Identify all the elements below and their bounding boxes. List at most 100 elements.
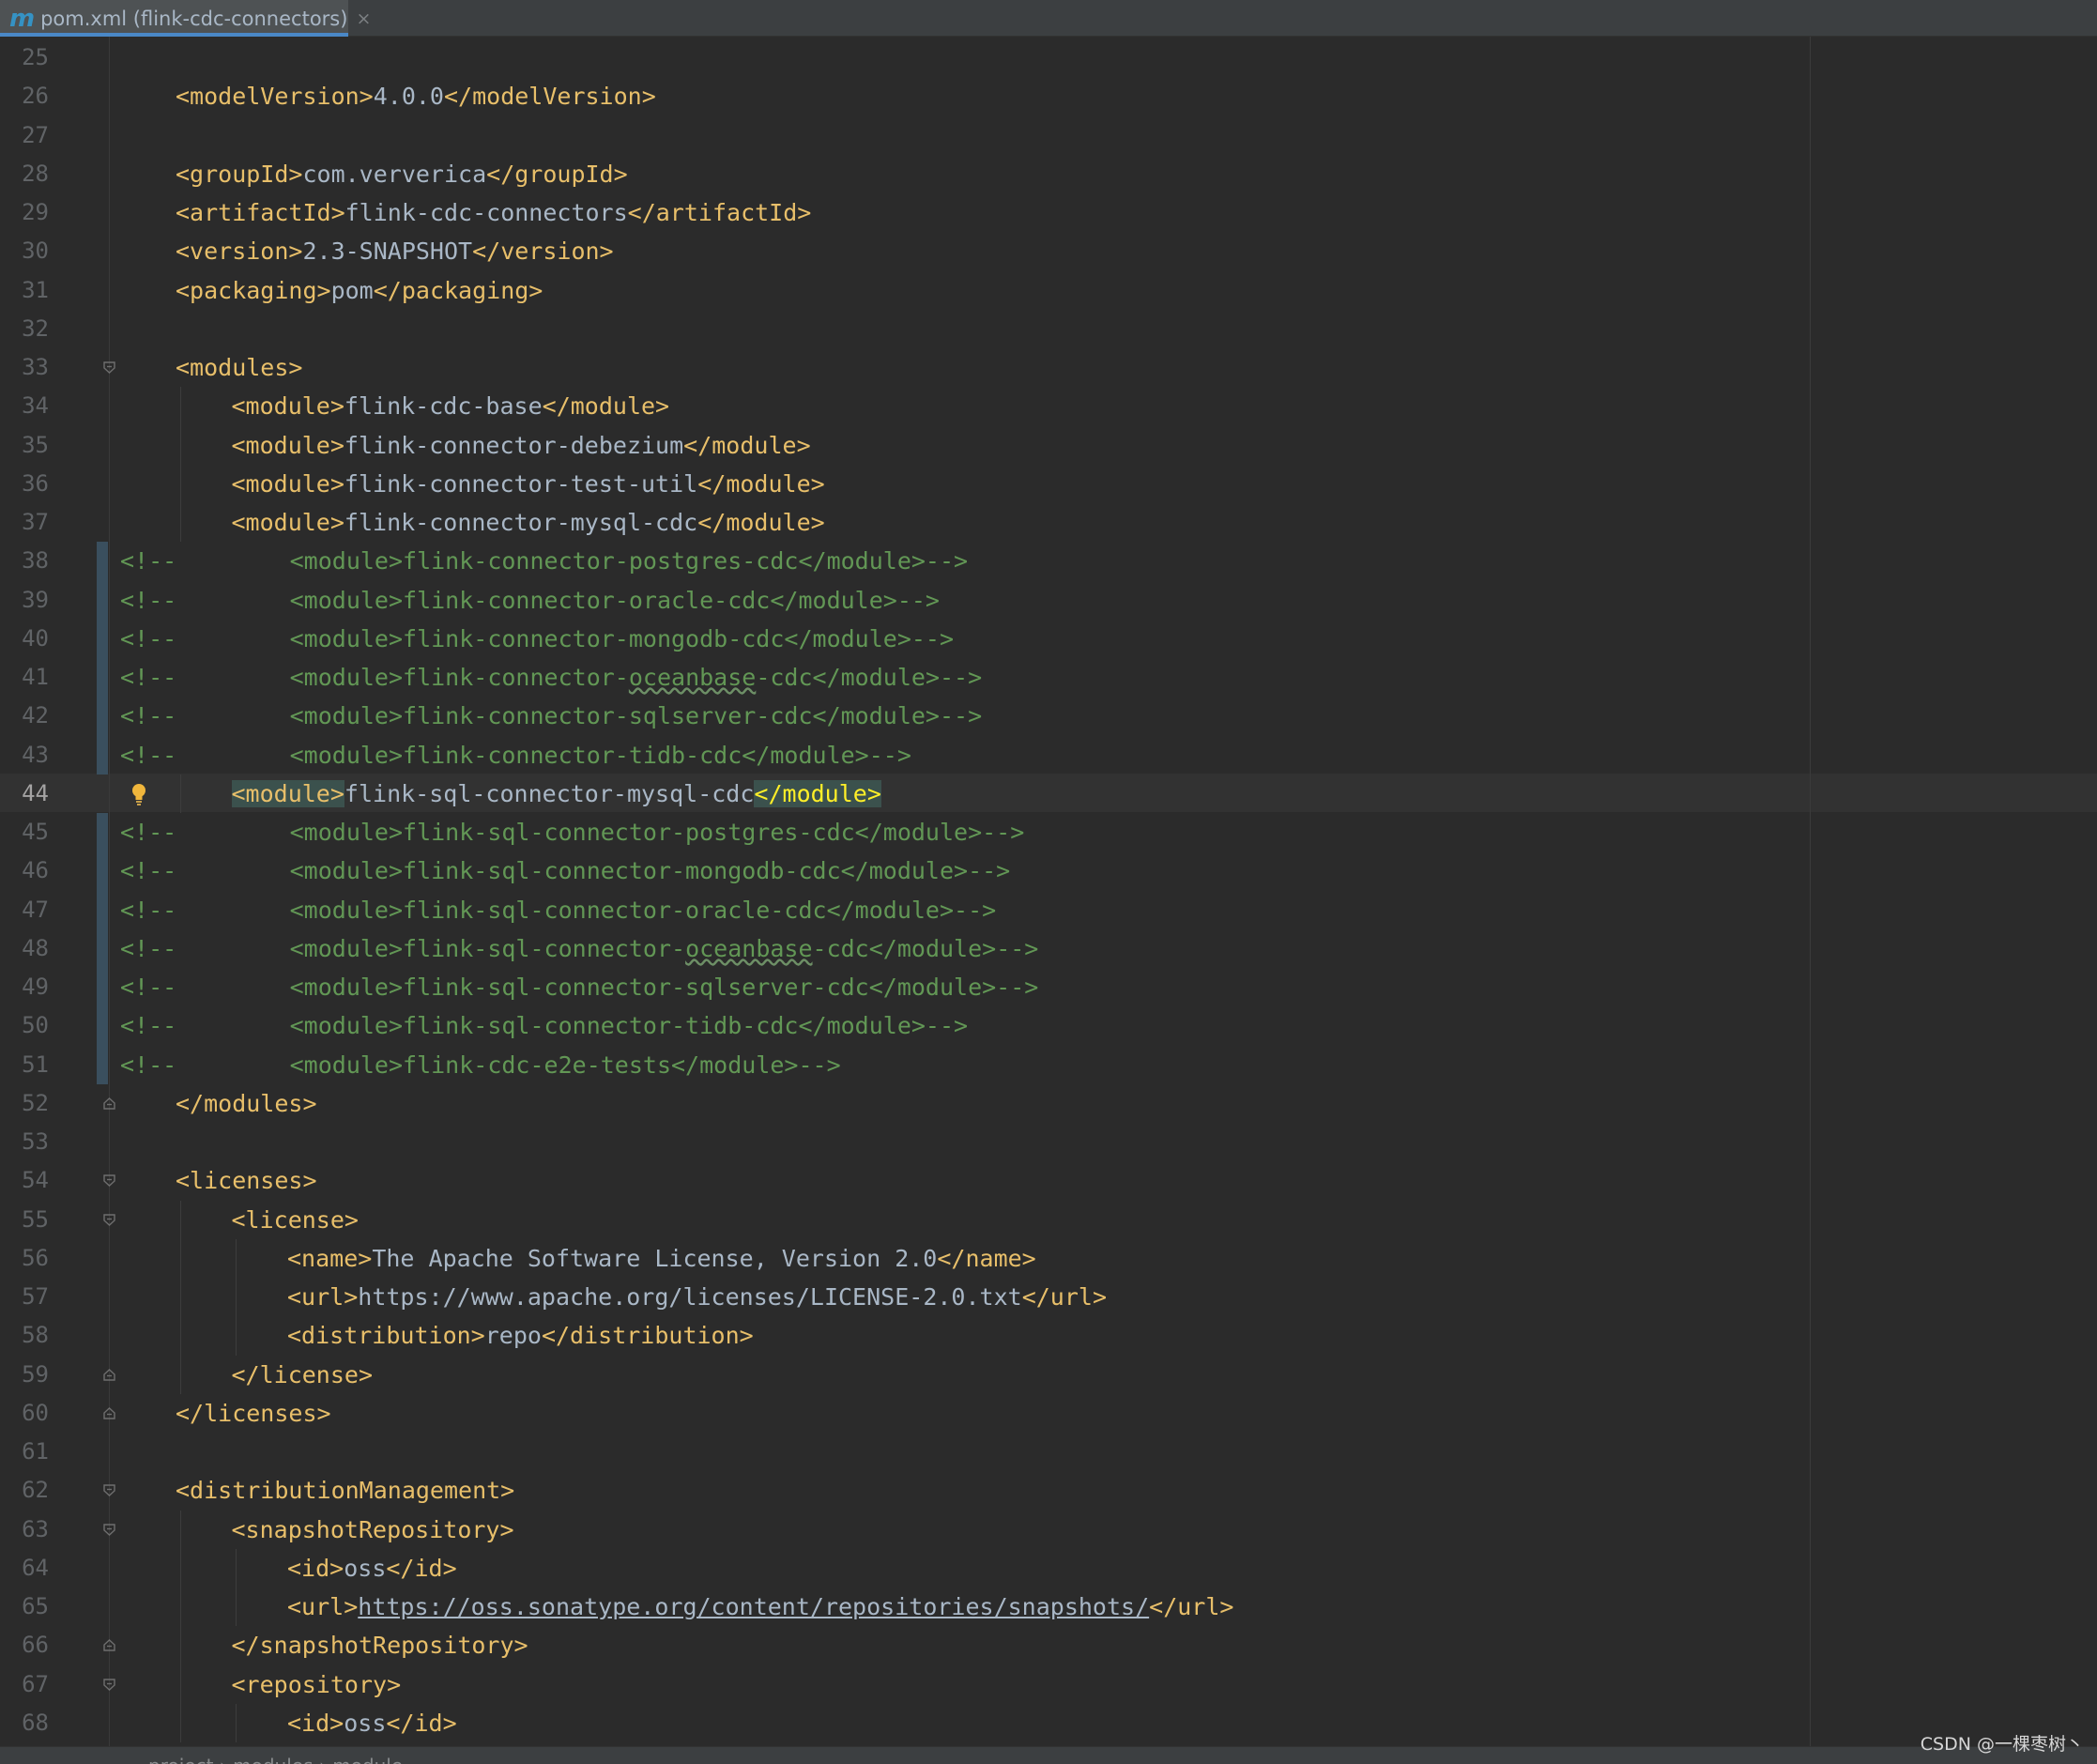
vcs-change-marker[interactable] — [97, 580, 108, 620]
fold-open-icon[interactable] — [102, 360, 116, 375]
code-line[interactable]: 25 — [0, 38, 2097, 77]
code-line[interactable]: 52 </modules> — [0, 1084, 2097, 1123]
fold-close-icon[interactable] — [102, 1406, 116, 1420]
code-line[interactable]: 58 <distribution>repo</distribution> — [0, 1316, 2097, 1356]
code-line[interactable]: 41 <!-- <module>flink-connector-oceanbase… — [0, 658, 2097, 698]
xml-tag-token: </groupId> — [486, 160, 628, 188]
code-text: </snapshotRepository> — [232, 1626, 528, 1664]
fold-open-icon[interactable] — [102, 1173, 116, 1188]
code-line[interactable]: 50 <!-- <module>flink-sql-connector-tidb-… — [0, 1006, 2097, 1046]
code-line[interactable]: 43 <!-- <module>flink-connector-tidb-cdc<… — [0, 735, 2097, 775]
xml-tag-token: </licenses> — [176, 1399, 331, 1427]
text-token: oss — [344, 1709, 387, 1737]
line-number: 47 — [22, 896, 49, 923]
fold-close-icon[interactable] — [102, 1638, 116, 1652]
vcs-change-marker[interactable] — [97, 1045, 108, 1084]
code-text: <groupId>com.ververica</groupId> — [176, 155, 628, 193]
line-number: 31 — [22, 276, 49, 303]
comment-token: <!-- <module>flink-sql-connector-sqlserv… — [120, 974, 1039, 1001]
code-line[interactable]: 60 </licenses> — [0, 1394, 2097, 1433]
breadcrumb-path[interactable]: project › modules › module — [148, 1755, 403, 1764]
fold-open-icon[interactable] — [102, 1213, 116, 1227]
xml-tag-token: </snapshotRepository> — [231, 1632, 528, 1660]
lightbulb-icon[interactable] — [129, 780, 149, 806]
code-line[interactable]: 40 <!-- <module>flink-connector-mongodb-c… — [0, 619, 2097, 658]
comment-token: -cdc</module>--> — [812, 934, 1039, 962]
code-line[interactable]: 36 <module>flink-connector-test-util</mod… — [0, 464, 2097, 503]
code-line[interactable]: 68 <id>oss</id> — [0, 1703, 2097, 1742]
vcs-change-marker[interactable] — [97, 658, 108, 698]
code-line[interactable]: 59 </license> — [0, 1355, 2097, 1394]
code-line[interactable]: 31 <packaging>pom</packaging> — [0, 271, 2097, 310]
xml-tag-token: </modelVersion> — [443, 83, 656, 111]
xml-tag-token: </id> — [386, 1709, 457, 1737]
fold-open-icon[interactable] — [102, 1523, 116, 1537]
vcs-change-marker[interactable] — [97, 928, 108, 968]
code-line[interactable]: 54 <licenses> — [0, 1161, 2097, 1200]
code-line[interactable]: 56 <name>The Apache Software License, Ver… — [0, 1238, 2097, 1278]
code-editor[interactable]: 25 26 <modelVersion>4.0.0</modelVersion> 27… — [0, 37, 2097, 1746]
code-line[interactable]: 42 <!-- <module>flink-connector-sqlserver… — [0, 697, 2097, 736]
code-line[interactable]: 51 <!-- <module>flink-cdc-e2e-tests</modu… — [0, 1045, 2097, 1084]
vcs-change-marker[interactable] — [97, 697, 108, 736]
line-number: 33 — [22, 354, 49, 380]
code-line[interactable]: 48 <!-- <module>flink-sql-connector-ocean… — [0, 928, 2097, 968]
indent-guide — [179, 1278, 181, 1317]
text-token: flink-cdc-connectors — [344, 199, 628, 226]
indent-guide — [236, 1588, 237, 1627]
line-number: 32 — [22, 314, 49, 342]
code-line[interactable]: 27 — [0, 116, 2097, 155]
vcs-change-marker[interactable] — [97, 735, 108, 775]
code-line[interactable]: 26 <modelVersion>4.0.0</modelVersion> — [0, 77, 2097, 115]
code-line[interactable]: 46 <!-- <module>flink-sql-connector-mongo… — [0, 851, 2097, 891]
xml-tag-token: </name> — [937, 1244, 1036, 1272]
code-line[interactable]: 44 <module>flink-sql-connector-mysql-cdc<… — [0, 774, 2097, 813]
code-line[interactable]: 33 <modules> — [0, 348, 2097, 387]
code-text: <!-- <module>flink-connector-mongodb-cdc… — [120, 620, 954, 658]
indent-guide — [236, 1548, 237, 1588]
line-number: 37 — [22, 509, 49, 535]
code-line[interactable]: 28 <groupId>com.ververica</groupId> — [0, 155, 2097, 193]
line-number: 52 — [22, 1089, 49, 1116]
code-line[interactable]: 53 — [0, 1123, 2097, 1161]
vcs-change-marker[interactable] — [97, 851, 108, 891]
code-line[interactable]: 34 <module>flink-cdc-base</module> — [0, 387, 2097, 426]
fold-open-icon[interactable] — [102, 1483, 116, 1497]
code-line[interactable]: 35 <module>flink-connector-debezium</modu… — [0, 425, 2097, 465]
close-icon[interactable]: × — [356, 8, 371, 29]
comment-token: <!-- <module>flink-connector-postgres-cd… — [120, 547, 969, 575]
code-line[interactable]: 45 <!-- <module>flink-sql-connector-postg… — [0, 813, 2097, 852]
fold-close-icon[interactable] — [102, 1368, 116, 1382]
line-number: 34 — [22, 392, 49, 420]
code-line[interactable]: 66 </snapshotRepository> — [0, 1626, 2097, 1665]
code-line[interactable]: 32 — [0, 310, 2097, 348]
vcs-change-marker[interactable] — [97, 968, 108, 1007]
code-text: <version>2.3-SNAPSHOT</version> — [176, 232, 614, 270]
fold-close-icon[interactable] — [102, 1097, 116, 1111]
vcs-change-marker[interactable] — [97, 813, 108, 852]
code-line[interactable]: 39 <!-- <module>flink-connector-oracle-cd… — [0, 580, 2097, 620]
code-line[interactable]: 64 <id>oss</id> — [0, 1548, 2097, 1588]
code-line[interactable]: 61 — [0, 1433, 2097, 1471]
code-line[interactable]: 47 <!-- <module>flink-sql-connector-oracl… — [0, 890, 2097, 929]
code-line[interactable]: 55 <license> — [0, 1200, 2097, 1239]
code-line[interactable]: 37 <module>flink-connector-mysql-cdc</mod… — [0, 503, 2097, 543]
vcs-change-marker[interactable] — [97, 619, 108, 658]
vcs-change-marker[interactable] — [97, 542, 108, 581]
code-line[interactable]: 63 <snapshotRepository> — [0, 1510, 2097, 1549]
code-line[interactable]: 57 <url>https://www.apache.org/licenses/L… — [0, 1278, 2097, 1317]
code-line[interactable]: 62 <distributionManagement> — [0, 1471, 2097, 1510]
vcs-change-marker[interactable] — [97, 890, 108, 929]
code-line[interactable]: 67 <repository> — [0, 1664, 2097, 1704]
vcs-change-marker[interactable] — [97, 1006, 108, 1046]
line-number: 59 — [22, 1360, 49, 1388]
xml-tag-token: </url> — [1021, 1283, 1107, 1311]
fold-open-icon[interactable] — [102, 1678, 116, 1692]
xml-tag-token: <modules> — [176, 354, 303, 381]
code-line[interactable]: 49 <!-- <module>flink-sql-connector-sqlse… — [0, 968, 2097, 1007]
code-line[interactable]: 30 <version>2.3-SNAPSHOT</version> — [0, 232, 2097, 270]
tab-pom-xml[interactable]: m pom.xml (flink-cdc-connectors) × — [0, 0, 371, 37]
code-line[interactable]: 38 <!-- <module>flink-connector-postgres-… — [0, 542, 2097, 581]
code-line[interactable]: 65 <url>https://oss.sonatype.org/content/… — [0, 1588, 2097, 1627]
code-line[interactable]: 29 <artifactId>flink-cdc-connectors</arti… — [0, 193, 2097, 232]
